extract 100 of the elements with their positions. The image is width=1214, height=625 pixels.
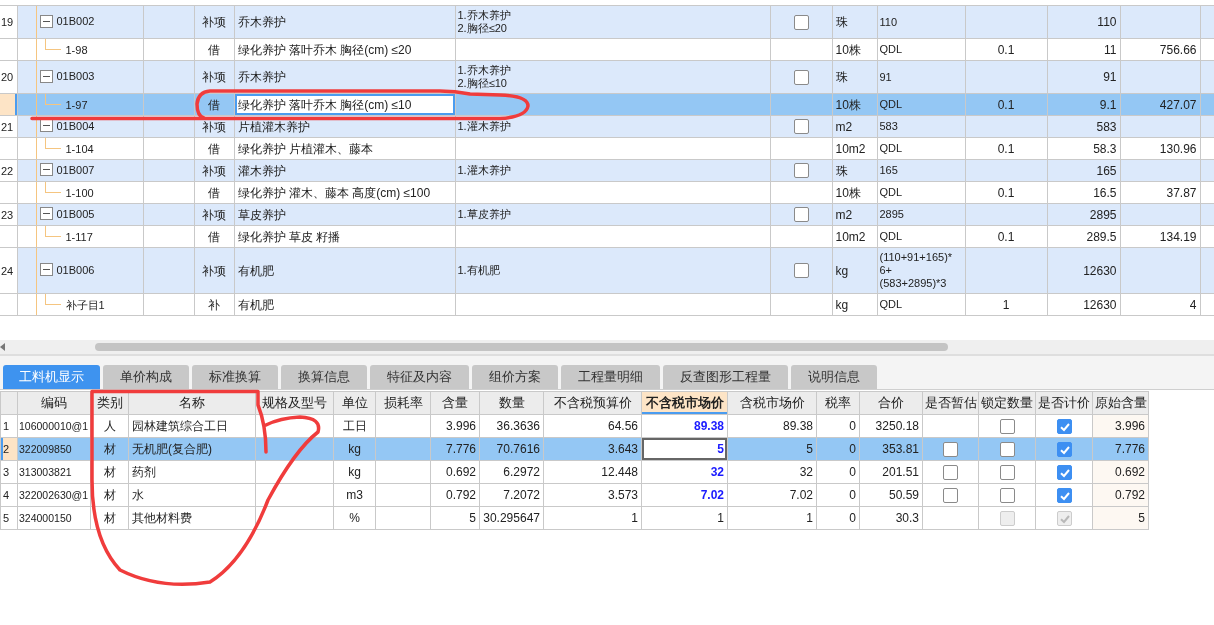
tab[interactable]: 工程量明细: [561, 365, 660, 389]
tab[interactable]: 换算信息: [281, 365, 367, 389]
checkbox[interactable]: [943, 441, 958, 457]
table-cell: 1.乔木养护 2.胸径≤10: [455, 60, 770, 94]
table-cell: 草皮养护: [234, 203, 455, 226]
column-header[interactable]: 数量: [479, 391, 544, 415]
collapse-icon[interactable]: [39, 14, 53, 28]
tab[interactable]: 组价方案: [472, 365, 558, 389]
tab[interactable]: 说明信息: [791, 365, 877, 389]
row-number: 2: [0, 437, 18, 461]
column-header[interactable]: 合价: [859, 391, 923, 415]
item-code: 1-100: [65, 186, 94, 199]
row-number: 21: [0, 115, 17, 138]
item-code: 01B005: [56, 207, 95, 220]
scroll-left-icon[interactable]: [0, 343, 5, 351]
table-cell: 绿化养护 落叶乔木 胸径(cm) ≤20: [234, 38, 455, 61]
tab[interactable]: 反查图形工程量: [663, 365, 788, 389]
scrollbar-thumb[interactable]: [95, 343, 948, 351]
checkbox[interactable]: [793, 163, 809, 178]
collapse-icon[interactable]: [39, 163, 53, 176]
table-cell: kg: [832, 247, 877, 294]
column-header[interactable]: 单位: [333, 391, 376, 415]
column-header[interactable]: 税率: [816, 391, 860, 415]
row-number: 5: [0, 506, 18, 530]
checkbox[interactable]: [1056, 418, 1072, 434]
table-cell: 灌木养护: [234, 159, 455, 182]
collapse-icon[interactable]: [39, 263, 53, 276]
tab[interactable]: 标准换算: [192, 365, 278, 389]
checkbox[interactable]: [793, 14, 809, 30]
column-header[interactable]: 是否计价: [1035, 391, 1093, 415]
checkbox[interactable]: [1056, 487, 1072, 503]
row-number: 22: [0, 159, 17, 182]
row-number: 1: [0, 414, 18, 438]
table-cell: 补项: [194, 247, 234, 294]
table-cell: 乔木养护: [234, 5, 455, 39]
column-header[interactable]: 编码: [17, 391, 91, 415]
table-cell: 绿化养护 灌木、藤本 高度(cm) ≤100: [234, 181, 455, 204]
table-cell: 110: [877, 5, 965, 39]
column-header[interactable]: 不含税市场价: [641, 391, 728, 415]
checkbox[interactable]: [793, 263, 809, 278]
tab[interactable]: 特征及内容: [370, 365, 469, 389]
item-code: 01B006: [56, 263, 95, 276]
checkbox[interactable]: [999, 441, 1015, 457]
table-cell: 有机肥: [234, 293, 455, 316]
item-code: 1-98: [65, 43, 88, 56]
checkbox[interactable]: [793, 207, 809, 222]
row-number: 24: [0, 247, 17, 294]
column-header[interactable]: 名称: [128, 391, 256, 415]
row-number: 20: [0, 60, 17, 94]
checkbox[interactable]: [793, 69, 809, 85]
row-number: 19: [0, 5, 17, 39]
column-header[interactable]: 锁定数量: [978, 391, 1036, 415]
table-cell: 补项: [194, 5, 234, 39]
item-code: 1-117: [65, 230, 93, 243]
item-code: 1-97: [65, 98, 88, 111]
item-code: 01B002: [56, 15, 95, 27]
column-header[interactable]: 含税市场价: [727, 391, 817, 415]
input-field[interactable]: 绿化养护 落叶乔木 胸径(cm) ≤10: [234, 93, 455, 116]
table-cell: 1.乔木养护 2.胸径≤20: [455, 5, 770, 39]
item-code: 1-104: [65, 142, 94, 155]
table-cell: 有机肥: [234, 247, 455, 294]
column-header[interactable]: 规格及型号: [255, 391, 334, 415]
column-header[interactable]: 是否暂估: [922, 391, 979, 415]
checkbox[interactable]: [999, 487, 1015, 503]
column-header[interactable]: 含量: [430, 391, 480, 415]
table-cell: 药剂: [128, 460, 256, 484]
tab[interactable]: 单价构成: [103, 365, 189, 389]
table-cell: 园林建筑综合工日: [128, 414, 256, 438]
column-header[interactable]: 不含税预算价: [543, 391, 642, 415]
table-cell: 珠: [832, 5, 877, 39]
checkbox[interactable]: [1056, 441, 1072, 457]
checkbox[interactable]: [999, 464, 1015, 480]
column-header[interactable]: 损耗率: [375, 391, 431, 415]
table-cell: 绿化养护 草皮 籽播: [234, 225, 455, 248]
checkbox[interactable]: [943, 487, 958, 503]
row-number: 3: [0, 460, 18, 484]
collapse-icon[interactable]: [39, 69, 53, 83]
checkbox[interactable]: [1056, 464, 1072, 480]
table-cell: (110+91+165)* 6+ (583+2895)*3: [877, 247, 965, 294]
item-code: 01B003: [56, 70, 95, 82]
table-cell: 1.有机肥: [455, 247, 770, 294]
row-number: 23: [0, 203, 17, 226]
table-cell: 1.灌木养护: [455, 159, 770, 182]
table-cell: 91: [877, 60, 965, 94]
table-cell: 1.草皮养护: [455, 203, 770, 226]
checkbox[interactable]: [793, 119, 809, 134]
table-cell: 水: [128, 483, 256, 507]
column-header[interactable]: 原始含量: [1092, 391, 1149, 415]
checkbox[interactable]: [943, 464, 958, 480]
item-code: 补子目1: [65, 298, 105, 311]
table-cell: 91: [1047, 60, 1120, 94]
row-number: 4: [0, 483, 18, 507]
table-cell: 110: [1047, 5, 1120, 39]
table-cell: 12630: [1047, 247, 1120, 294]
item-code: 01B007: [56, 163, 95, 176]
collapse-icon[interactable]: [39, 207, 53, 220]
table-cell: 无机肥(复合肥): [128, 437, 256, 461]
item-code: 01B004: [56, 119, 95, 132]
table-cell: 绿化养护 片植灌木、藤本: [234, 137, 455, 160]
checkbox[interactable]: [999, 418, 1015, 434]
